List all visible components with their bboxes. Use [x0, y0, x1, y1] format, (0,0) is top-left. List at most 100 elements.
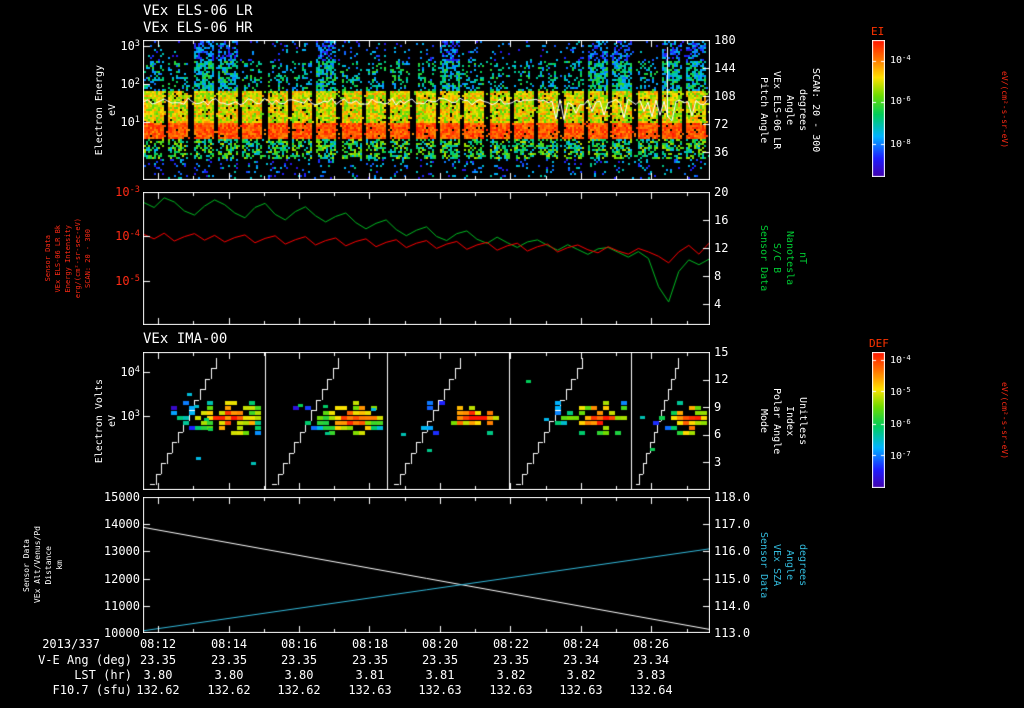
els-right-tick: 72 [714, 117, 729, 131]
els-right-tick: 180 [714, 33, 736, 47]
footer-value: 132.62 [207, 683, 251, 697]
ima-y-tick: 104 [120, 365, 140, 379]
time-tick-label: 08:26 [632, 637, 670, 651]
time-tick-label: 08:16 [280, 637, 318, 651]
bfield-left-axis-label-line: VEx ELS-06 LR Bk [54, 224, 62, 293]
orbit-right-tick: 118.0 [714, 490, 751, 504]
ima-title: VEx IMA-00 [143, 331, 228, 347]
ima-right-tick: 12 [714, 372, 729, 386]
els-y-axis-label-line: eV [107, 103, 118, 117]
time-tick-label: 08:12 [139, 637, 177, 651]
els-right-axis-label: Pitch Angle VEx ELS-06 LR Angle degrees … [758, 40, 858, 180]
ima-y-tick: 103 [120, 409, 140, 423]
vex-quicklook-plot-page: VEx ELS-06 LR VEx ELS-06 HR Electron Ene… [0, 0, 1024, 708]
ima-right-axis-label-line: Index [784, 405, 795, 437]
orbit-y-tick: 15000 [103, 490, 140, 504]
time-tick-label: 08:20 [421, 637, 459, 651]
orbit-right-tick: 114.0 [714, 599, 751, 613]
bfield-right-tick: 4 [714, 297, 722, 311]
date-label: 2013/337 [42, 637, 100, 651]
ima-colorbar-tick: 10-6 [890, 416, 911, 430]
bfield-right-tick: 20 [714, 185, 729, 199]
footer-value: 3.80 [214, 668, 244, 682]
els-y-axis-label: Electron Energy eV [94, 40, 120, 180]
els-spectrogram-canvas [143, 40, 710, 180]
ima-right-axis-label-line: Unitless [797, 396, 808, 446]
orbit-left-axis-label-line: VEx Alt/Venus/Pd [33, 526, 42, 604]
els-y-tick: 102 [120, 77, 140, 91]
ima-colorbar-unit-label: eV/(cm²-s-sr-eV) [1000, 352, 1014, 490]
els-right-axis-label-line: degrees [797, 88, 808, 132]
els-colorbar-unit-text: eV/(cm²-s-sr-eV) [1000, 71, 1009, 149]
footer-value: 132.62 [277, 683, 321, 697]
footer-value: 3.80 [143, 668, 173, 682]
footer-value: 3.81 [425, 668, 455, 682]
bfield-right-axis-label-line: S/C B [771, 243, 782, 274]
els-right-tick: 108 [714, 89, 736, 103]
ima-colorbar-title: DEF [869, 337, 889, 350]
bfield-y-tick: 10-5 [115, 274, 140, 288]
els-colorbar-tick: 10-8 [890, 136, 911, 150]
bfield-line-canvas [143, 192, 710, 325]
els-colorbar-tick: 10-6 [890, 93, 911, 107]
orbit-right-tick: 113.0 [714, 626, 751, 640]
ima-colorbar-tick: 10-5 [890, 384, 911, 398]
orbit-y-tick: 12000 [103, 572, 140, 586]
footer-value: 132.63 [489, 683, 533, 697]
footer-value: 3.82 [566, 668, 596, 682]
orbit-right-tick: 116.0 [714, 544, 751, 558]
footer-value: 23.35 [421, 653, 459, 667]
els-y-tick: 103 [120, 39, 140, 53]
bfield-right-axis-label: Sensor Data S/C B Nanotesla nT [758, 192, 828, 325]
ima-colorbar-unit-text: eV/(cm²-s-sr-eV) [1000, 382, 1009, 460]
bfield-right-axis-label-line: Sensor Data [758, 225, 769, 292]
orbit-y-tick: 13000 [103, 544, 140, 558]
time-tick-label: 08:22 [492, 637, 530, 651]
ima-colorbar-canvas [872, 352, 885, 488]
footer-value: 23.34 [562, 653, 600, 667]
bfield-right-tick: 16 [714, 213, 729, 227]
els-title-lr: VEx ELS-06 LR [143, 3, 253, 19]
footer-value: 132.63 [348, 683, 392, 697]
footer-value: 23.35 [280, 653, 318, 667]
footer-value: 132.62 [136, 683, 180, 697]
orbit-right-tick: 117.0 [714, 517, 751, 531]
orbit-right-axis-label-line: degrees [797, 543, 808, 587]
ima-right-axis-label-line: Polar Angle [771, 387, 782, 455]
els-right-axis-label-line: VEx ELS-06 LR [771, 70, 782, 150]
footer-value: 23.35 [492, 653, 530, 667]
ima-right-tick: 9 [714, 400, 722, 414]
footer-value: 3.82 [496, 668, 526, 682]
orbit-left-axis-label-line: Sensor Data [22, 538, 31, 592]
els-y-tick: 101 [120, 115, 140, 129]
orbit-line-canvas [143, 497, 710, 633]
ima-right-axis-label-line: Mode [758, 408, 769, 434]
els-colorbar-canvas [872, 40, 885, 177]
bfield-right-tick: 8 [714, 269, 722, 283]
footer-row-label: F10.7 (sfu) [52, 683, 132, 697]
orbit-right-axis-label-line: VEx SZA [771, 543, 782, 587]
els-right-tick: 36 [714, 145, 729, 159]
footer-value: 23.35 [351, 653, 389, 667]
footer-value: 132.63 [418, 683, 462, 697]
els-colorbar-unit-label: eV/(cm²-s-sr-eV) [1000, 40, 1014, 180]
footer-value: 23.35 [139, 653, 177, 667]
els-title-hr: VEx ELS-06 HR [143, 20, 253, 36]
footer-value: 3.83 [636, 668, 666, 682]
orbit-right-axis-label-line: Angle [784, 549, 795, 581]
time-tick-label: 08:18 [351, 637, 389, 651]
els-colorbar-tick: 10-4 [890, 52, 911, 66]
ima-colorbar-tick: 10-7 [890, 448, 911, 462]
orbit-right-tick: 115.0 [714, 572, 751, 586]
footer-row-label: LST (hr) [74, 668, 132, 682]
bfield-right-axis-label-line: nT [797, 252, 808, 265]
els-right-axis-label-line: Pitch Angle [758, 76, 769, 144]
els-colorbar-title: EI [871, 25, 885, 38]
ima-right-tick: 6 [714, 427, 722, 441]
footer-value: 132.64 [629, 683, 673, 697]
footer-value: 132.63 [559, 683, 603, 697]
orbit-left-axis-label-line: km [55, 560, 64, 570]
orbit-y-tick: 11000 [103, 599, 140, 613]
footer-value: 23.35 [210, 653, 248, 667]
ima-right-axis-label: Mode Polar Angle Index Unitless [758, 352, 828, 490]
